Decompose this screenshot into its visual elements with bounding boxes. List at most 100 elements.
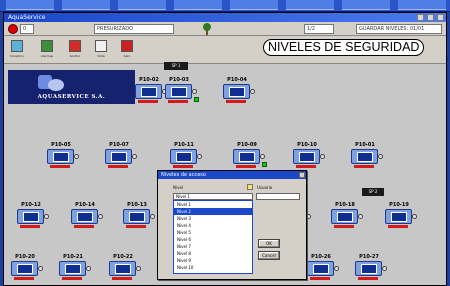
level-option[interactable]: Nivel 3 xyxy=(174,215,252,222)
unit-body xyxy=(105,149,132,164)
pump-unit[interactable]: P10-04 xyxy=(222,77,256,109)
pump-unit[interactable]: P10-19 xyxy=(384,202,418,234)
level-option[interactable]: Nivel 9 xyxy=(174,257,252,264)
unit-panel xyxy=(229,87,245,97)
pump-unit[interactable]: P10-02 xyxy=(134,77,168,109)
unit-name: P10-14 xyxy=(75,202,95,208)
level-option[interactable]: Nivel 2 xyxy=(174,208,252,215)
taskbar-tab[interactable] xyxy=(174,0,222,10)
unit-panel xyxy=(337,212,353,222)
unit-status-bar xyxy=(112,277,132,280)
level-label: Nivel xyxy=(173,185,184,190)
valve-icon xyxy=(150,214,155,219)
security-levels-button[interactable]: NIVELES DE SEGURIDAD xyxy=(263,39,425,56)
window-titlebar[interactable]: AquaService xyxy=(4,13,446,22)
pump-unit[interactable]: P10-05 xyxy=(46,142,80,174)
close-button[interactable] xyxy=(437,14,444,21)
taskbar-tab[interactable] xyxy=(6,0,54,10)
unit-body xyxy=(223,84,250,99)
unit-name: P10-26 xyxy=(311,254,331,260)
taskbar-tab[interactable] xyxy=(62,0,110,10)
pump-unit[interactable]: P10-18 xyxy=(330,202,364,234)
checkbox-icon[interactable] xyxy=(247,184,253,190)
level-listbox[interactable]: Nivel 1 Nivel 2 Nivel 3 Nivel 4 Nivel 5 Nivel… xyxy=(173,200,253,274)
pump-unit[interactable]: P10-13 xyxy=(122,202,156,234)
pump-unit[interactable]: P10-12 xyxy=(16,202,50,234)
unit-name: P10-10 xyxy=(297,142,317,148)
stop-icon[interactable] xyxy=(8,24,18,34)
level-option[interactable]: Nivel 10 xyxy=(174,264,252,271)
unit-body xyxy=(123,209,150,224)
taskbar-tab[interactable] xyxy=(118,0,166,10)
unit-status-bar xyxy=(74,225,94,228)
minimize-button[interactable] xyxy=(417,14,425,21)
taskbar-tab[interactable] xyxy=(286,0,334,10)
unit-status-bar xyxy=(354,165,374,168)
unit-name: P10-11 xyxy=(174,142,194,148)
unit-status-bar xyxy=(334,225,354,228)
unit-status-bar xyxy=(358,277,378,280)
user-field[interactable] xyxy=(256,193,300,200)
unit-body xyxy=(385,209,412,224)
unit-panel xyxy=(23,212,39,222)
unit-name: P10-27 xyxy=(359,254,379,260)
unit-body xyxy=(307,261,334,276)
taskbar-tab[interactable] xyxy=(398,0,446,10)
dialog-close-button[interactable] xyxy=(299,172,305,178)
level-select[interactable]: Nivel 1 xyxy=(173,193,253,200)
view-tool-button[interactable]: Vista xyxy=(92,39,110,59)
valve-icon xyxy=(382,266,387,271)
chart-icon xyxy=(69,40,81,52)
taskbar-tab[interactable] xyxy=(230,0,278,10)
unit-name: P10-02 xyxy=(139,77,159,83)
pump-unit[interactable]: P10-14 xyxy=(70,202,104,234)
exit-tool-button[interactable]: Salir xyxy=(118,39,136,59)
unit-panel xyxy=(77,212,93,222)
user-label: Usuario xyxy=(257,185,273,190)
unit-panel xyxy=(299,152,315,162)
ok-button[interactable]: OK xyxy=(258,239,280,248)
valve-icon xyxy=(192,89,197,94)
unit-panel xyxy=(111,152,127,162)
pump-unit[interactable]: P10-03 xyxy=(164,77,199,109)
unit-body xyxy=(71,209,98,224)
unit-name: P10-03 xyxy=(169,77,189,83)
unit-panel xyxy=(171,87,187,97)
valve-icon xyxy=(38,266,43,271)
unit-panel xyxy=(17,264,33,274)
logo-mark-icon xyxy=(38,73,66,92)
level-option[interactable]: Nivel 6 xyxy=(174,236,252,243)
level-option[interactable]: Nivel 7 xyxy=(174,243,252,250)
synoptic-canvas: AQUASERVICE S.A. SP 1 SP 2 SP 3 P10-02P1… xyxy=(4,62,446,286)
alarms-tool-button[interactable]: Alarmas xyxy=(38,39,56,59)
pump-unit[interactable]: P10-20 xyxy=(10,254,44,286)
unit-status-bar xyxy=(226,100,246,103)
level-option[interactable]: Nivel 5 xyxy=(174,229,252,236)
pump-unit[interactable]: P10-21 xyxy=(58,254,92,286)
unit-panel xyxy=(115,264,131,274)
unit-name: P10-01 xyxy=(355,142,375,148)
running-indicator-icon xyxy=(194,97,199,102)
unit-name: P10-05 xyxy=(51,142,71,148)
cancel-button[interactable]: Cancel xyxy=(258,251,280,260)
unit-body xyxy=(233,149,260,164)
pump-unit[interactable]: P10-07 xyxy=(104,142,138,174)
unit-body xyxy=(293,149,320,164)
taskbar-tab[interactable] xyxy=(342,0,390,10)
pump-unit[interactable]: P10-01 xyxy=(350,142,384,174)
company-name: AQUASERVICE S.A. xyxy=(37,94,106,100)
unit-body xyxy=(135,84,162,99)
status-field-right: GUARDAR NIVELES: 01/01 xyxy=(356,24,442,34)
pump-unit[interactable]: P10-27 xyxy=(354,254,388,286)
level-option[interactable]: Nivel 8 xyxy=(174,250,252,257)
unit-panel xyxy=(239,152,255,162)
chart-tool-button[interactable]: Grafico xyxy=(66,39,84,59)
pump-unit[interactable]: P10-26 xyxy=(306,254,340,286)
dialog-title[interactable]: Niveles de acceso xyxy=(158,171,306,179)
synoptic-tool-button[interactable]: Sinoptico xyxy=(8,39,26,59)
maximize-button[interactable] xyxy=(427,14,435,21)
pump-unit[interactable]: P10-22 xyxy=(108,254,142,286)
level-option[interactable]: Nivel 1 xyxy=(174,201,252,208)
level-option[interactable]: Nivel 4 xyxy=(174,222,252,229)
unit-status-bar xyxy=(310,277,330,280)
